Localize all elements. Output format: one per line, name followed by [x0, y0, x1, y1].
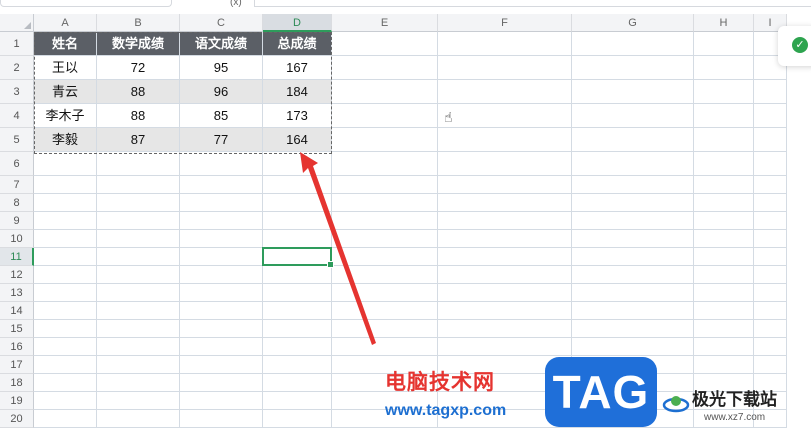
xz-watermark: 极光下载站 www.xz7.com [662, 385, 777, 423]
site-name: 电脑技术网 [385, 371, 495, 394]
xz-name: 极光下载站 [692, 390, 777, 409]
tag-logo: TAG [545, 357, 657, 427]
xz-logo-icon [662, 396, 690, 413]
site-watermark: 电脑技术网 www.tagxp.com [385, 366, 506, 420]
arrow-shape [300, 152, 376, 345]
xz-url: www.xz7.com [704, 412, 766, 423]
site-url: www.tagxp.com [385, 402, 507, 419]
